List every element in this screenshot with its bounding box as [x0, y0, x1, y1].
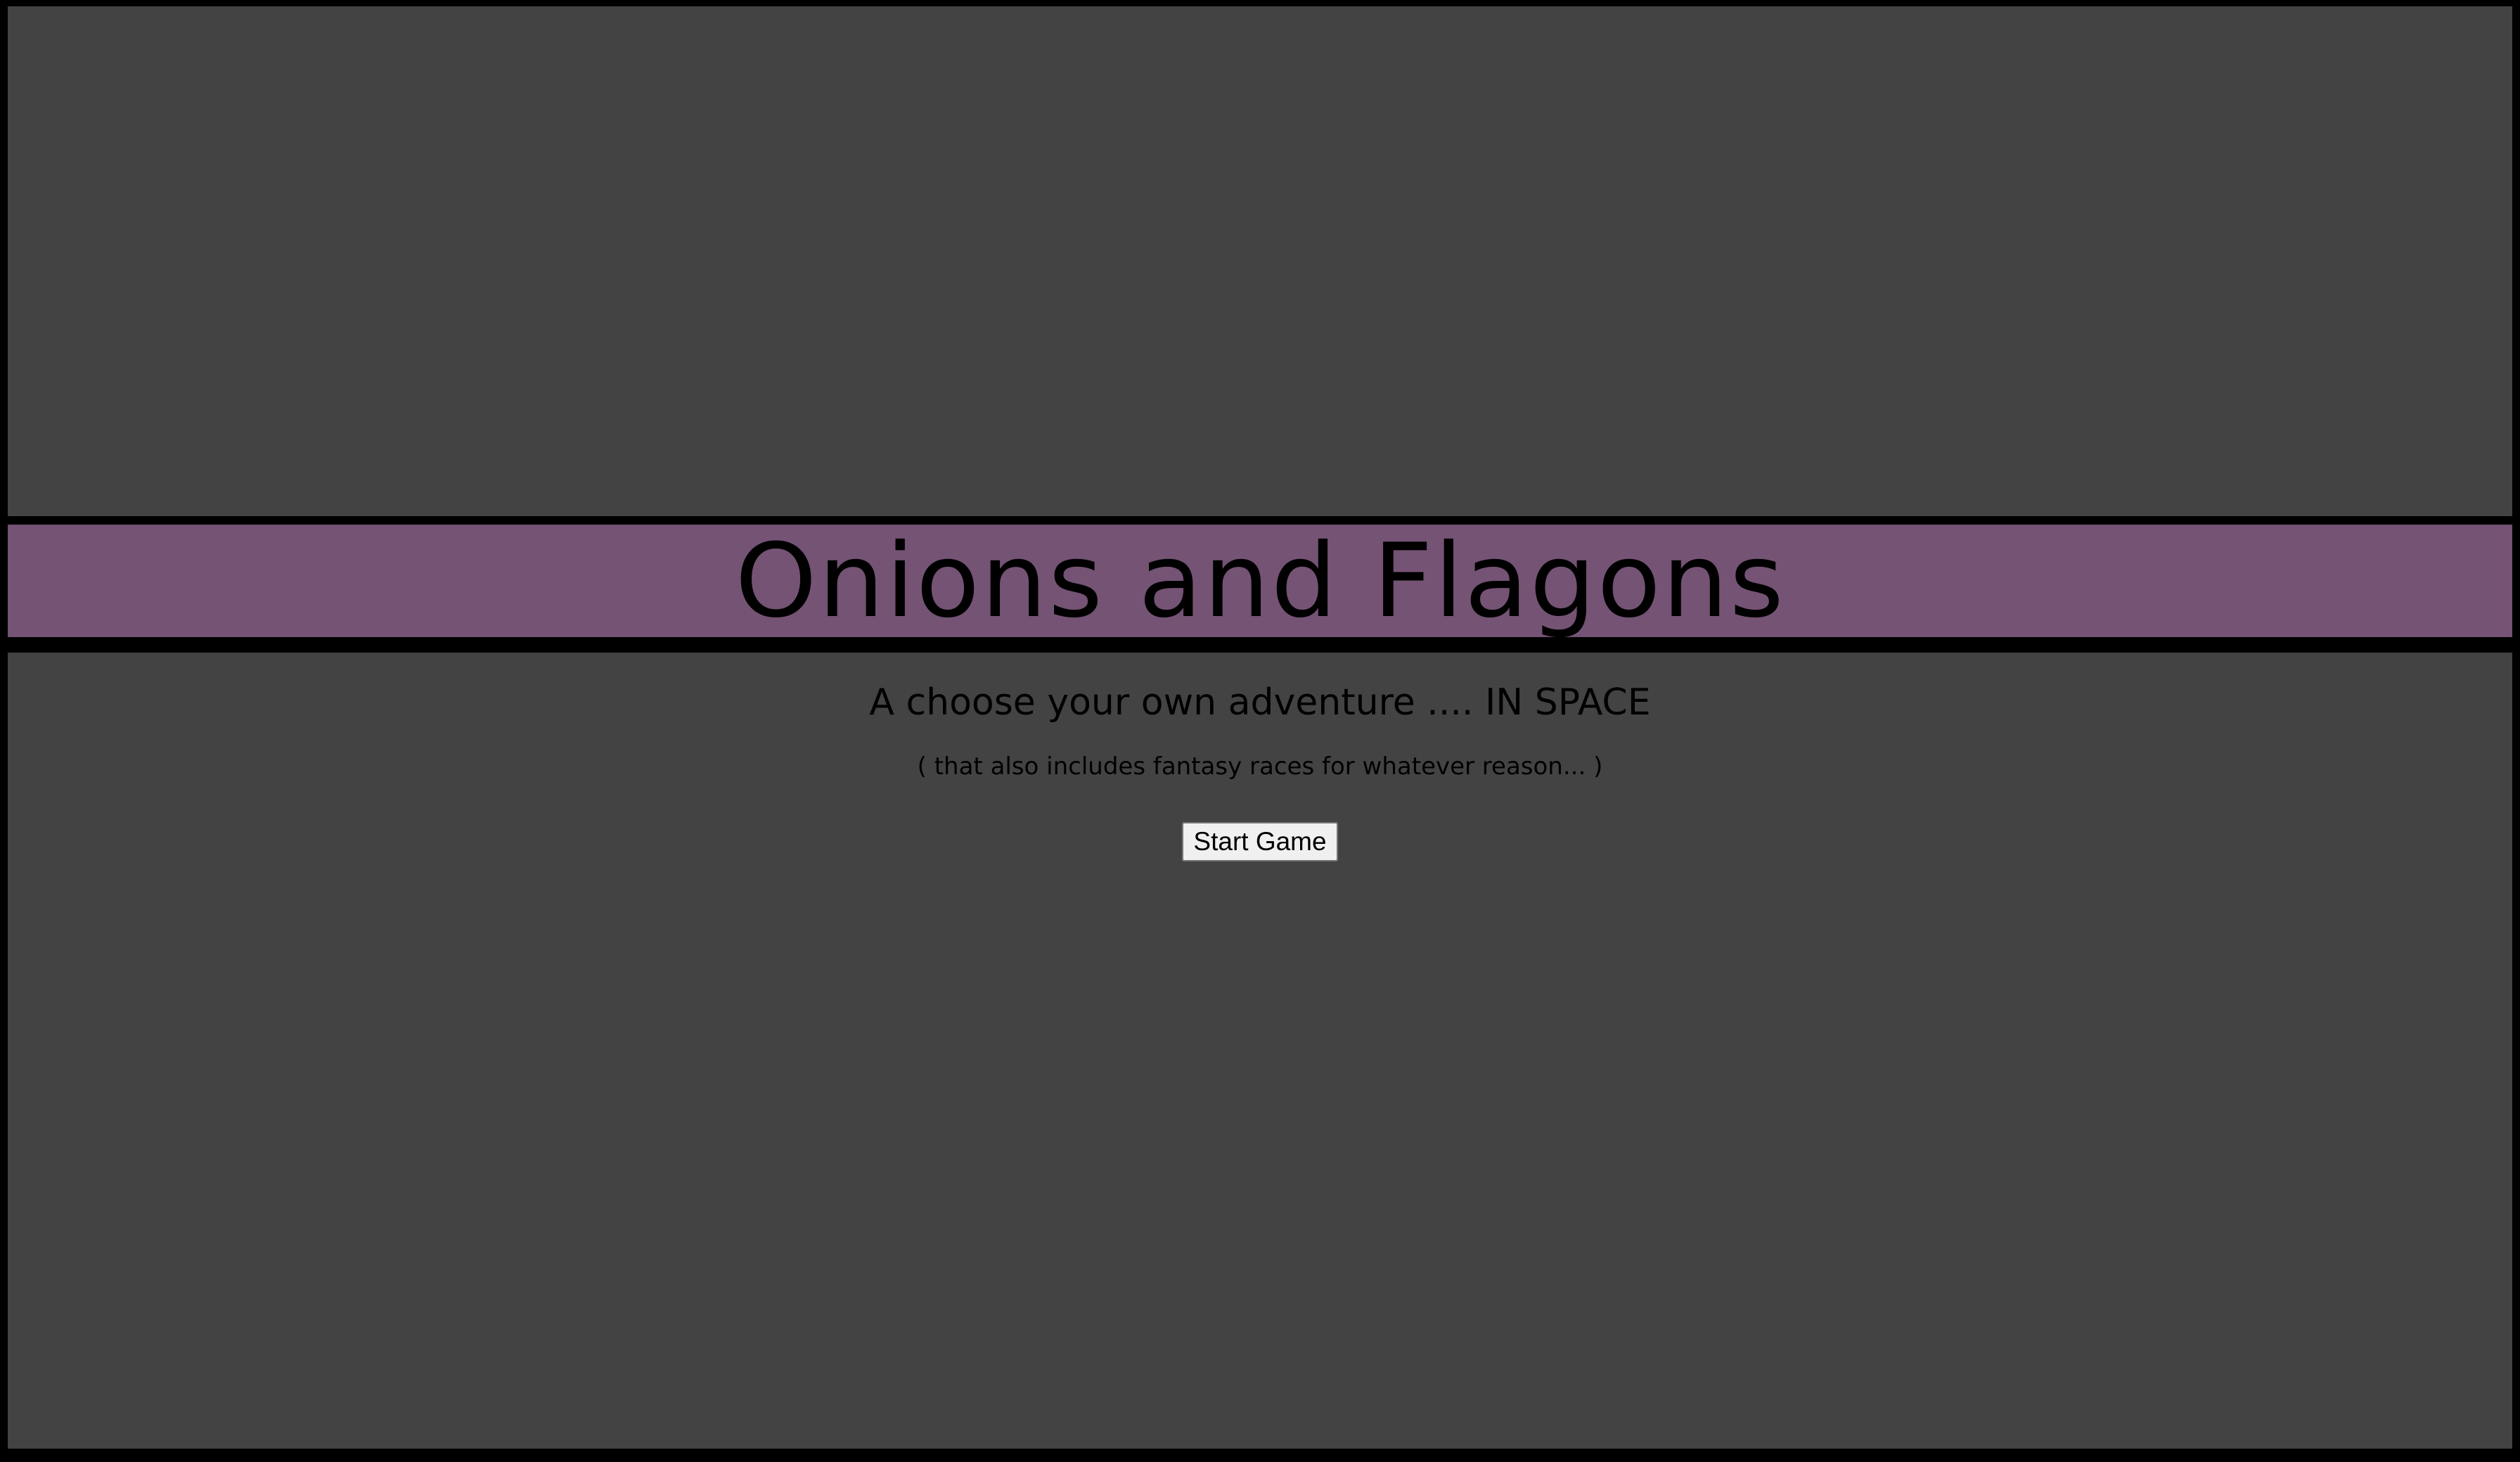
intro-content: A choose your own adventure .... IN SPAC…	[8, 653, 2512, 862]
start-game-button[interactable]: Start Game	[1182, 822, 1338, 862]
game-note: ( that also includes fantasy races for w…	[917, 752, 1603, 781]
page-frame: Onions and Flagons A choose your own adv…	[0, 0, 2520, 1462]
game-subtitle: A choose your own adventure .... IN SPAC…	[869, 681, 1651, 724]
main-panel: A choose your own adventure .... IN SPAC…	[8, 653, 2512, 1449]
title-banner: Onions and Flagons	[8, 525, 2512, 637]
top-panel	[8, 6, 2512, 516]
game-title: Onions and Flagons	[735, 525, 1785, 637]
